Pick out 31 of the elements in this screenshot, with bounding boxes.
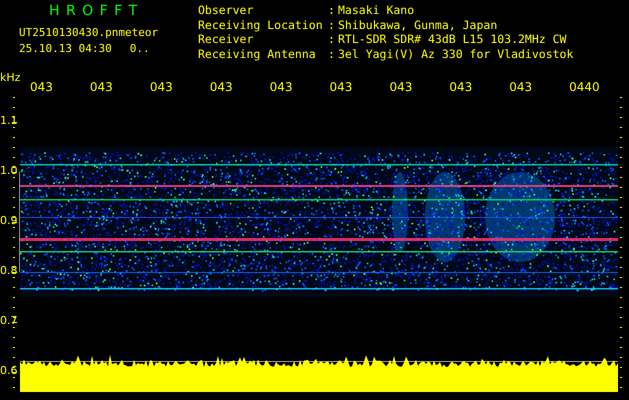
info-label: Receiving Antenna — [198, 48, 317, 62]
file-name: UT2510130430.pn — [19, 26, 118, 40]
time-label: 043 — [509, 80, 534, 94]
time-label: 043 — [330, 80, 354, 94]
info-value: Shibukawa, Gunma, Japan — [338, 18, 498, 33]
timestamp: 25.10.13 04:30 — [19, 42, 112, 56]
frequency-label: 0.8 — [0, 265, 18, 277]
time-label: 043 — [150, 80, 174, 94]
info-label: Receiving Location — [198, 18, 324, 33]
info-label: Receiver — [198, 33, 254, 48]
time-label: 043 — [90, 80, 114, 94]
info-value: RTL-SDR SDR# 43dB L15 103.2MHz CW — [338, 33, 568, 48]
axis-unit: kHz — [0, 70, 20, 86]
frequency-label: 0.7 — [0, 315, 18, 327]
info-separator: : — [328, 48, 336, 62]
info-value: Masaki Kano — [338, 4, 416, 18]
info-separator: : — [328, 33, 336, 48]
time-label: 043 — [30, 80, 54, 94]
app-title: H R O F F T — [48, 4, 140, 18]
time-label: 0440 — [569, 80, 601, 94]
info-separator: : — [328, 4, 336, 18]
mode-label: meteor — [118, 26, 158, 40]
frequency-label: 0.9 — [0, 215, 18, 227]
info-label: Observer — [198, 4, 254, 18]
info-value: 3el Yagi(V) Az 330 for Vladivostok — [338, 48, 574, 62]
time-label: 043 — [210, 80, 234, 94]
value-label: 0.. — [130, 42, 150, 56]
info-separator: : — [328, 18, 336, 33]
time-label: 043 — [270, 80, 294, 94]
time-label: 043 — [449, 80, 474, 94]
time-label: 043 — [389, 80, 414, 94]
